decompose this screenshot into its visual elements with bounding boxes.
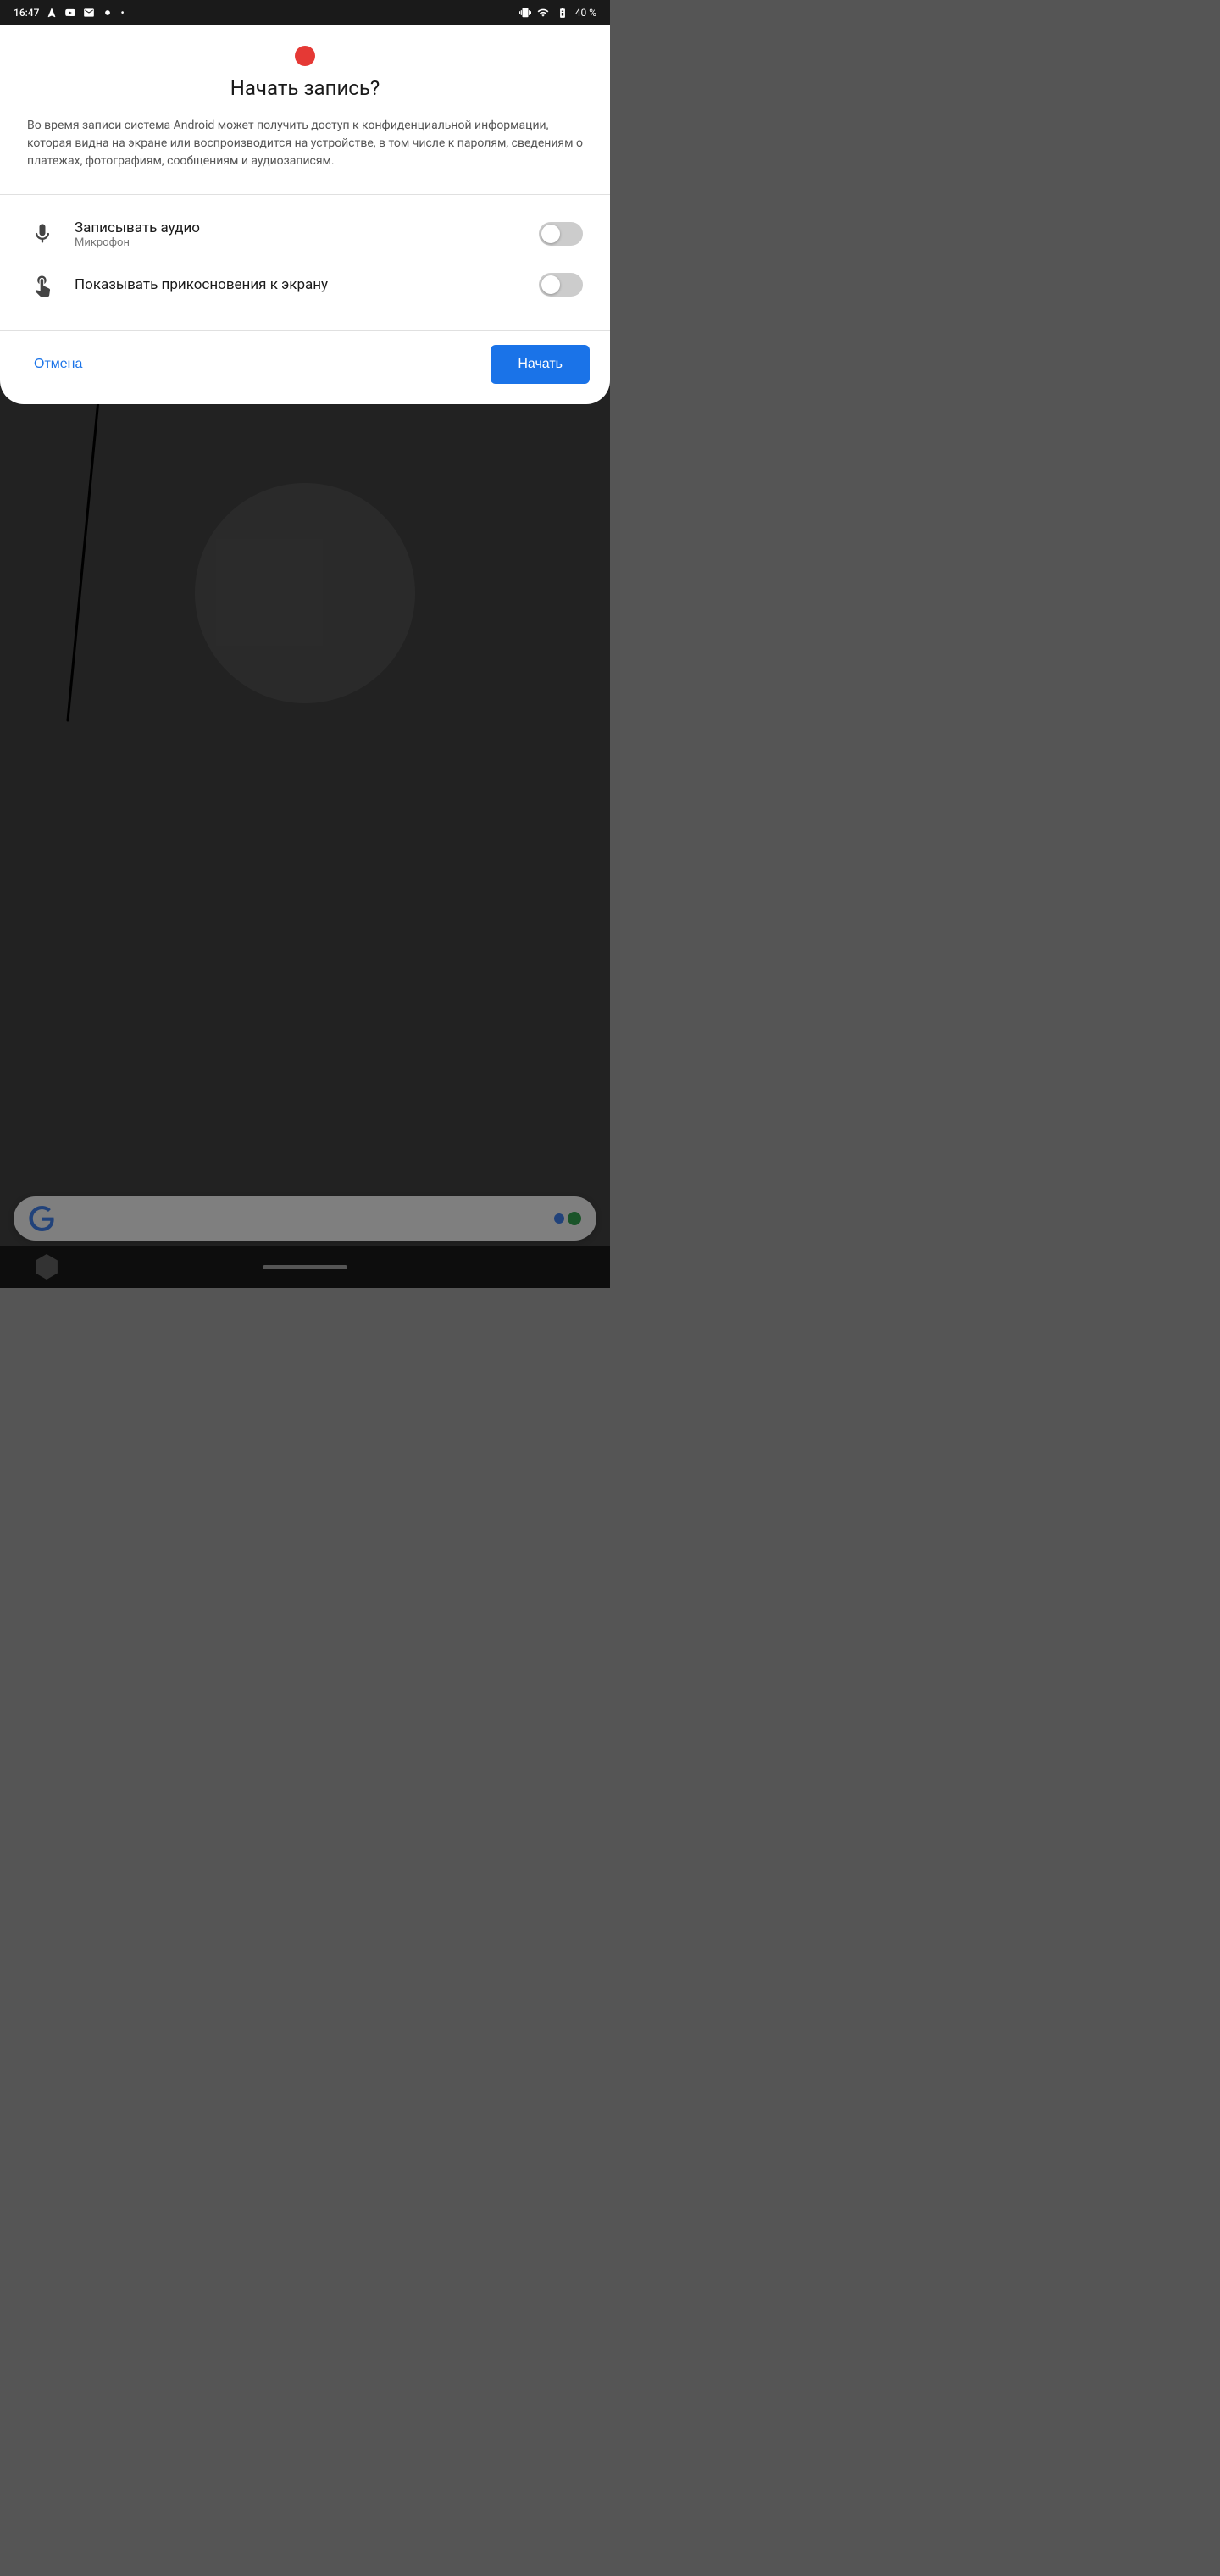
dialog-title: Начать запись? [0,76,610,117]
toggle-touches-thumb [541,275,560,294]
navigation-icon [46,7,58,19]
toggle-audio[interactable] [539,222,583,246]
option-audio-subtitle: Микрофон [75,236,522,249]
cancel-button[interactable]: Отмена [20,348,96,380]
status-bar: 16:47 • 40 % [0,0,610,25]
option-record-audio: Записывать аудио Микрофон [20,208,590,259]
dialog-description: Во время записи система Android может по… [0,117,610,194]
touch-svg [30,273,54,297]
record-dialog: Начать запись? Во время записи система A… [0,25,610,404]
toggle-audio-thumb [541,225,560,243]
option-audio-title: Записывать аудио [75,219,522,236]
battery-icon [555,7,570,19]
option-touches-text: Показывать прикосновения к экрану [75,276,522,293]
option-audio-text: Записывать аудио Микрофон [75,219,522,249]
vibrate-icon [519,7,531,19]
option-show-touches: Показывать прикосновения к экрану [20,259,590,310]
toggle-touches[interactable] [539,273,583,297]
wifi-icon [536,7,550,19]
mic-svg [30,222,54,246]
microphone-icon [27,219,58,249]
pinwheel-icon [102,7,114,19]
time: 16:47 [14,7,39,19]
dot-indicator: • [120,7,124,19]
dialog-options: Записывать аудио Микрофон Показывать при… [0,195,610,324]
status-left: 16:47 • [14,7,125,19]
status-right: 40 % [519,7,596,19]
option-touches-title: Показывать прикосновения к экрану [75,276,522,293]
start-button[interactable]: Начать [491,345,590,384]
dialog-actions: Отмена Начать [0,331,610,404]
youtube-status-icon [64,7,76,19]
dialog-record-dot-container [0,25,610,76]
battery-percent: 40 % [575,7,596,19]
mail-icon [83,7,95,19]
touch-icon [27,269,58,300]
record-dot [295,46,315,66]
